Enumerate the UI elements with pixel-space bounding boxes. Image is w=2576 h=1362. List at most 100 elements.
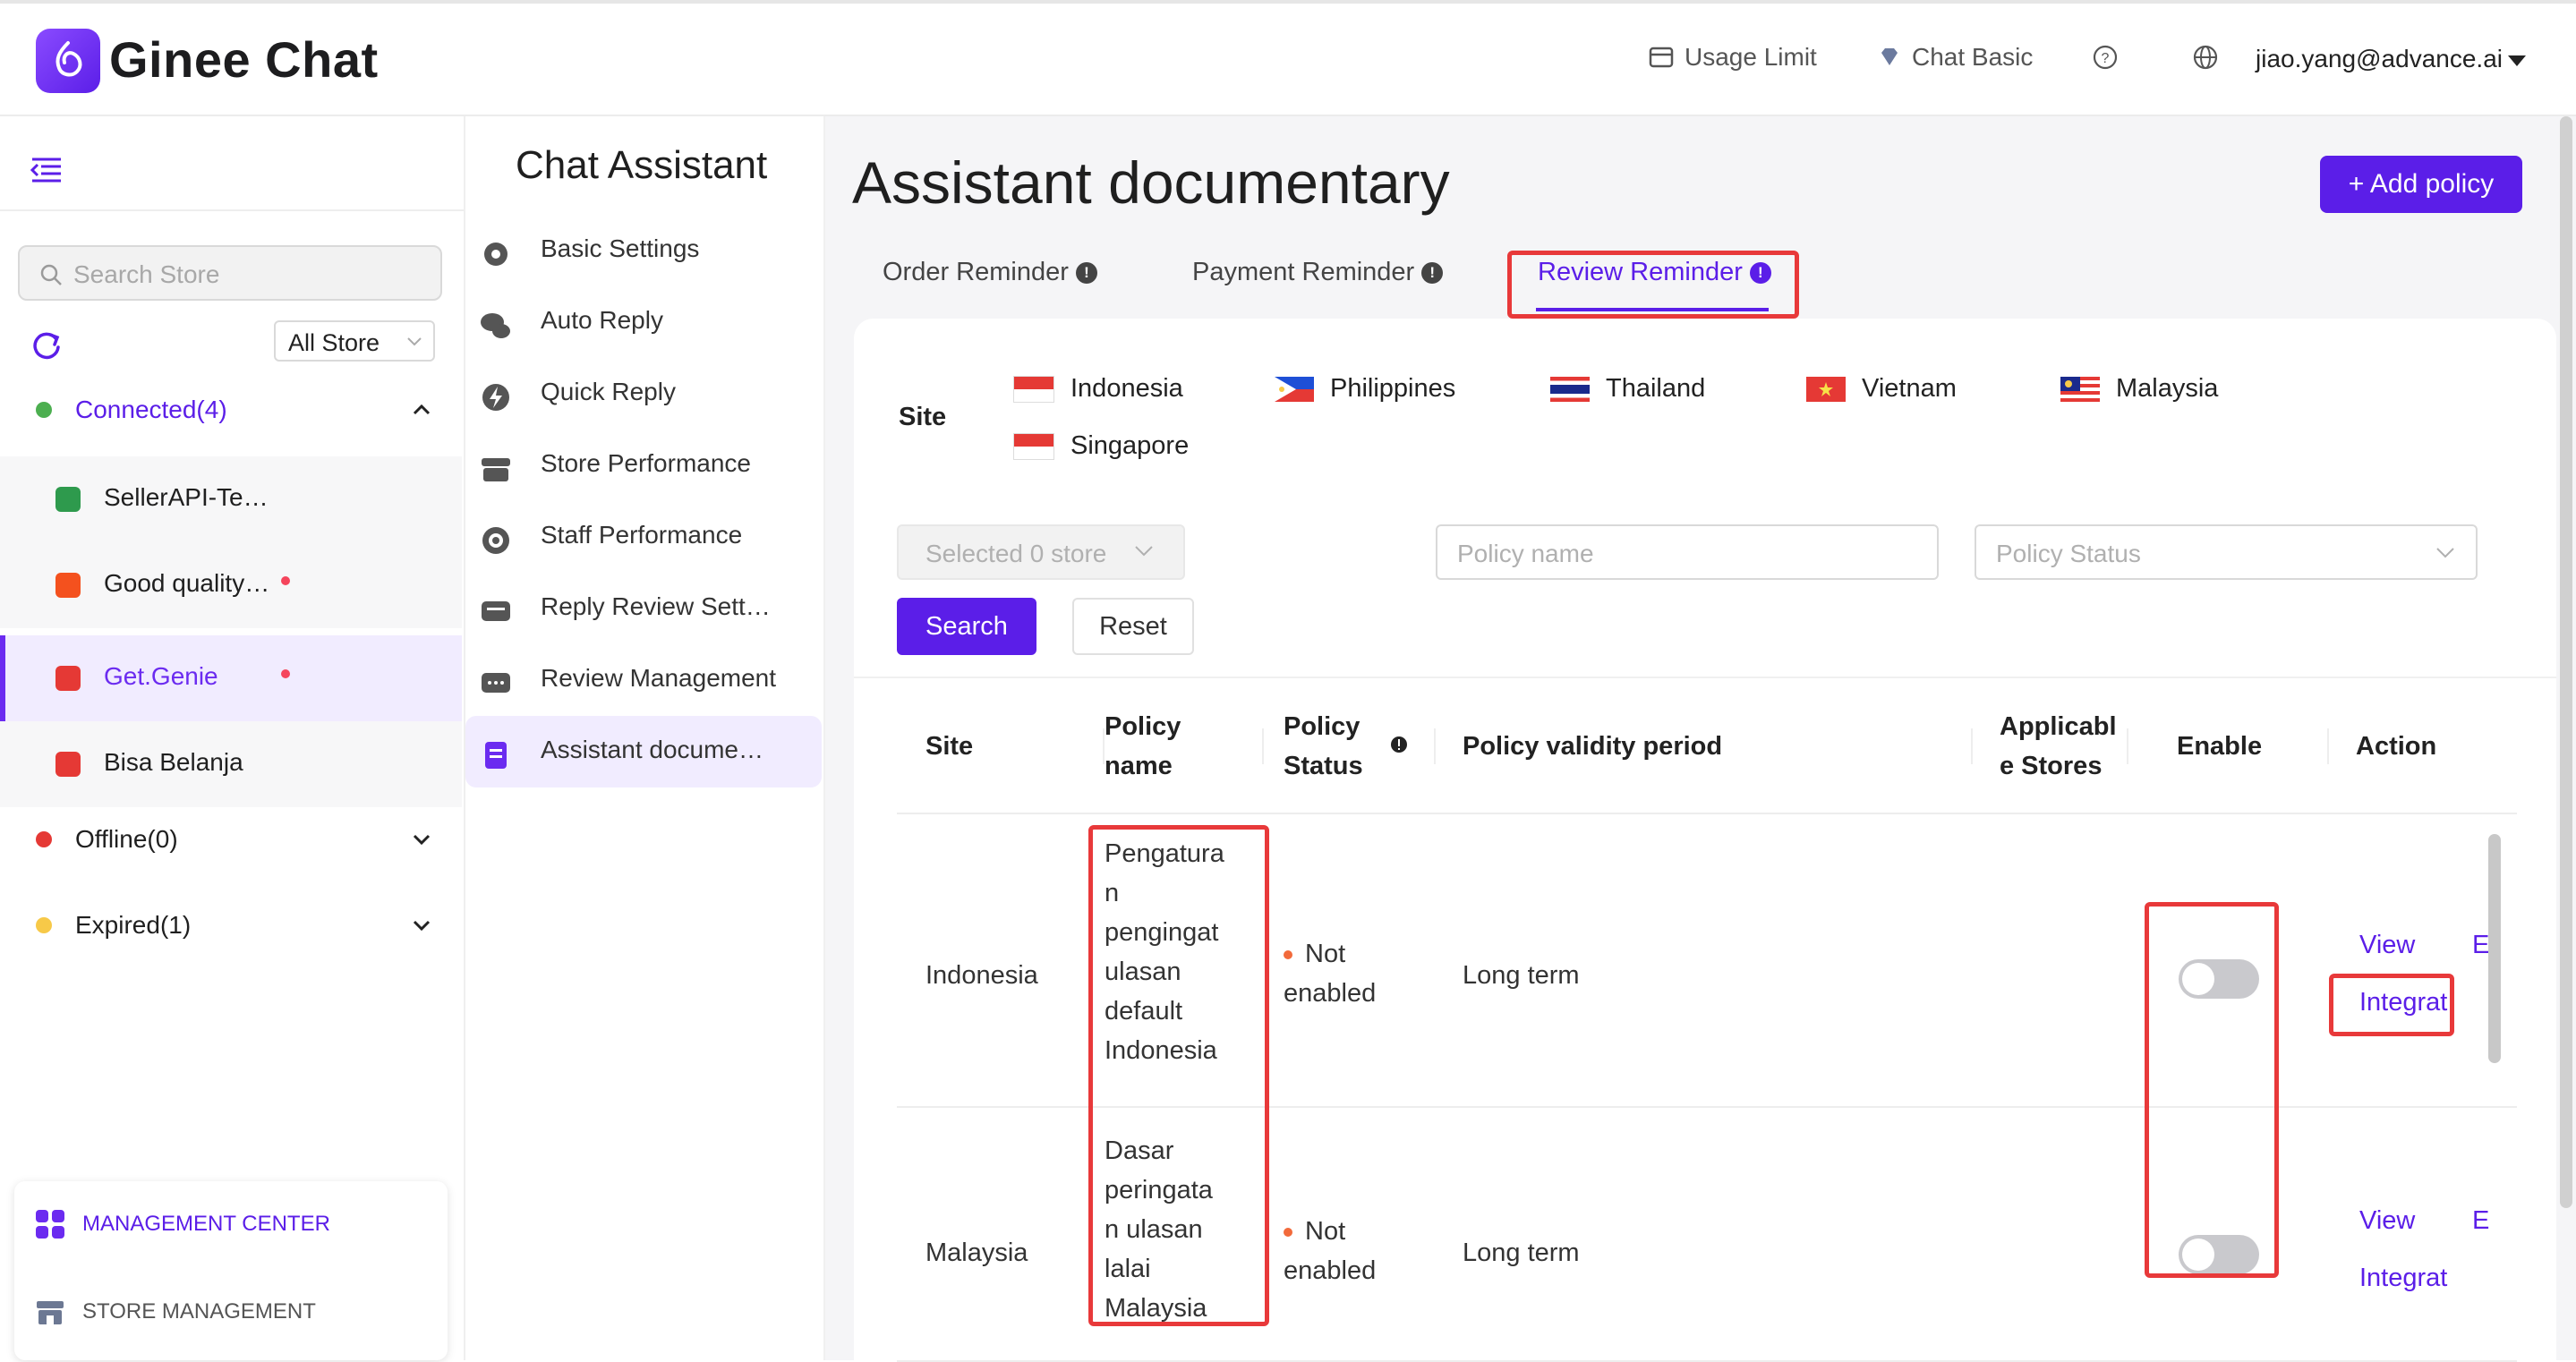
assistant-menu-item[interactable]: Store Performance xyxy=(465,430,822,501)
integrate-link[interactable]: Integrat xyxy=(2359,1264,2452,1293)
management-panel: MANAGEMENT CENTER STORE MANAGEMENT xyxy=(14,1181,448,1360)
help-icon[interactable]: ? xyxy=(2091,43,2120,72)
assistant-menu-item[interactable]: Assistant docume… xyxy=(465,716,822,787)
expired-group[interactable]: Expired(1) xyxy=(36,911,191,940)
header-line: Policy xyxy=(1105,712,1181,741)
filter-table-panel: Site Indonesia Philippines Thailand Viet… xyxy=(854,319,2556,1362)
gear-icon xyxy=(478,236,514,277)
headset-icon xyxy=(478,523,514,563)
page-scrollbar[interactable] xyxy=(2560,116,2572,1208)
chevron-up-icon[interactable] xyxy=(412,403,431,417)
top-bar: Ginee Chat Usage Limit Chat Basic ? jiao… xyxy=(0,0,2576,116)
chevron-down-icon xyxy=(407,337,422,346)
view-link[interactable]: View xyxy=(2359,1206,2415,1236)
highlight-box xyxy=(2329,974,2454,1036)
store-item[interactable]: Good quality… xyxy=(0,542,462,628)
philippines-flag-icon xyxy=(1275,376,1314,402)
site-option-vietnam[interactable]: Vietnam xyxy=(1806,374,1957,404)
store-filter-value: All Store xyxy=(288,329,380,356)
status-dot xyxy=(1284,1228,1292,1238)
user-menu[interactable]: jiao.yang@advance.ai xyxy=(2256,45,2526,73)
store-filter-select[interactable]: All Store xyxy=(274,320,435,362)
site-option-malaysia[interactable]: Malaysia xyxy=(2060,374,2218,404)
store-management-link[interactable]: STORE MANAGEMENT xyxy=(34,1296,316,1328)
policy-name-input[interactable]: Policy name xyxy=(1436,524,1939,580)
store-select[interactable]: Selected 0 store xyxy=(897,524,1185,580)
chevron-down-icon xyxy=(1135,546,1153,557)
singapore-flag-icon xyxy=(1013,432,1054,460)
offline-label: Offline(0) xyxy=(75,825,178,853)
user-email: jiao.yang@advance.ai xyxy=(2256,45,2503,72)
col-header-action: Action xyxy=(2356,732,2437,761)
assistant-menu-item[interactable]: Staff Performance xyxy=(465,501,822,573)
site-option-label: Malaysia xyxy=(2116,374,2219,403)
usage-card-icon xyxy=(1649,47,1674,68)
edit-link[interactable]: E xyxy=(2472,931,2489,960)
store-item-active[interactable]: Get.Genie xyxy=(0,635,462,721)
connected-group[interactable]: Connected(4) xyxy=(36,396,227,424)
assistant-menu-item[interactable]: Reply Review Sett… xyxy=(465,573,822,644)
chevron-down-icon[interactable] xyxy=(412,832,431,847)
col-header-validity: Policy validity period xyxy=(1463,732,1723,761)
store-name: Good quality… xyxy=(104,569,270,597)
view-link[interactable]: View xyxy=(2359,931,2415,960)
expired-label: Expired(1) xyxy=(75,911,192,939)
column-divider xyxy=(1434,728,1436,764)
search-icon xyxy=(40,264,62,285)
edit-link[interactable]: E xyxy=(2472,1206,2489,1236)
store-platform-icon xyxy=(55,752,81,777)
malaysia-flag-icon xyxy=(2060,376,2100,402)
site-option-singapore[interactable]: Singapore xyxy=(1013,431,1189,461)
assistant-menu-label: Quick Reply xyxy=(541,378,676,405)
header-line: Status xyxy=(1284,752,1363,780)
management-center-link[interactable]: MANAGEMENT CENTER xyxy=(34,1208,330,1240)
tab-order-reminder[interactable]: Order Reminder! xyxy=(883,258,1097,287)
offline-group[interactable]: Offline(0) xyxy=(36,825,178,854)
assistant-menu-label: Basic Settings xyxy=(541,234,700,262)
sidebar-divider xyxy=(0,209,464,211)
reset-button[interactable]: Reset xyxy=(1072,598,1194,655)
globe-icon[interactable] xyxy=(2191,43,2220,72)
chat-basic-link[interactable]: Chat Basic xyxy=(1876,43,2033,72)
policy-status-select[interactable]: Policy Status xyxy=(1975,524,2478,580)
store-name: Get.Genie xyxy=(104,662,218,690)
usage-limit-link[interactable]: Usage Limit xyxy=(1647,43,1817,72)
menu-collapse-icon[interactable] xyxy=(27,152,66,192)
tab-payment-reminder[interactable]: Payment Reminder! xyxy=(1192,258,1444,287)
assistant-menu-item[interactable]: Quick Reply xyxy=(465,358,822,430)
page-title: Assistant documentary xyxy=(852,149,1450,216)
store-icon xyxy=(478,451,514,491)
refresh-icon[interactable] xyxy=(29,328,64,368)
indonesia-flag-icon xyxy=(1013,375,1054,403)
highlight-box xyxy=(1507,251,1799,319)
store-icon xyxy=(37,1301,64,1324)
policy-table: Site Policy name Policy Status Policy va… xyxy=(854,677,2556,1362)
store-item[interactable]: Bisa Belanja xyxy=(0,721,462,807)
site-option-label: Thailand xyxy=(1606,374,1706,403)
tab-label: Order Reminder xyxy=(883,258,1069,286)
store-platform-icon xyxy=(55,487,81,512)
site-option-thailand[interactable]: Thailand xyxy=(1550,374,1705,404)
status-dot xyxy=(1284,950,1292,960)
header-line: Policy xyxy=(1284,712,1361,741)
ginee-logo-icon[interactable] xyxy=(36,29,100,93)
offline-status-dot xyxy=(36,831,52,847)
assistant-menu-item[interactable]: Auto Reply xyxy=(465,286,822,358)
store-search-input[interactable]: Search Store xyxy=(18,245,442,301)
add-policy-button[interactable]: + Add policy xyxy=(2320,156,2522,213)
row-divider xyxy=(897,813,2517,814)
store-item[interactable]: SellerAPI-Te… xyxy=(0,456,462,542)
chevron-down-icon xyxy=(2436,548,2454,558)
store-select-placeholder: Selected 0 store xyxy=(925,540,1107,567)
status-info-icon[interactable] xyxy=(1389,727,1409,766)
site-option-indonesia[interactable]: Indonesia xyxy=(1013,374,1183,404)
assistant-menu-item[interactable]: Review Management xyxy=(465,644,822,716)
chevron-down-icon[interactable] xyxy=(412,918,431,932)
site-option-label: Philippines xyxy=(1330,374,1456,403)
assistant-menu-item[interactable]: Basic Settings xyxy=(465,215,822,286)
col-header-policy-name: Policy name xyxy=(1105,707,1181,786)
table-scrollbar[interactable] xyxy=(2488,834,2501,1063)
search-button[interactable]: Search xyxy=(897,598,1036,655)
review-icon xyxy=(478,666,514,706)
site-option-philippines[interactable]: Philippines xyxy=(1275,374,1455,404)
